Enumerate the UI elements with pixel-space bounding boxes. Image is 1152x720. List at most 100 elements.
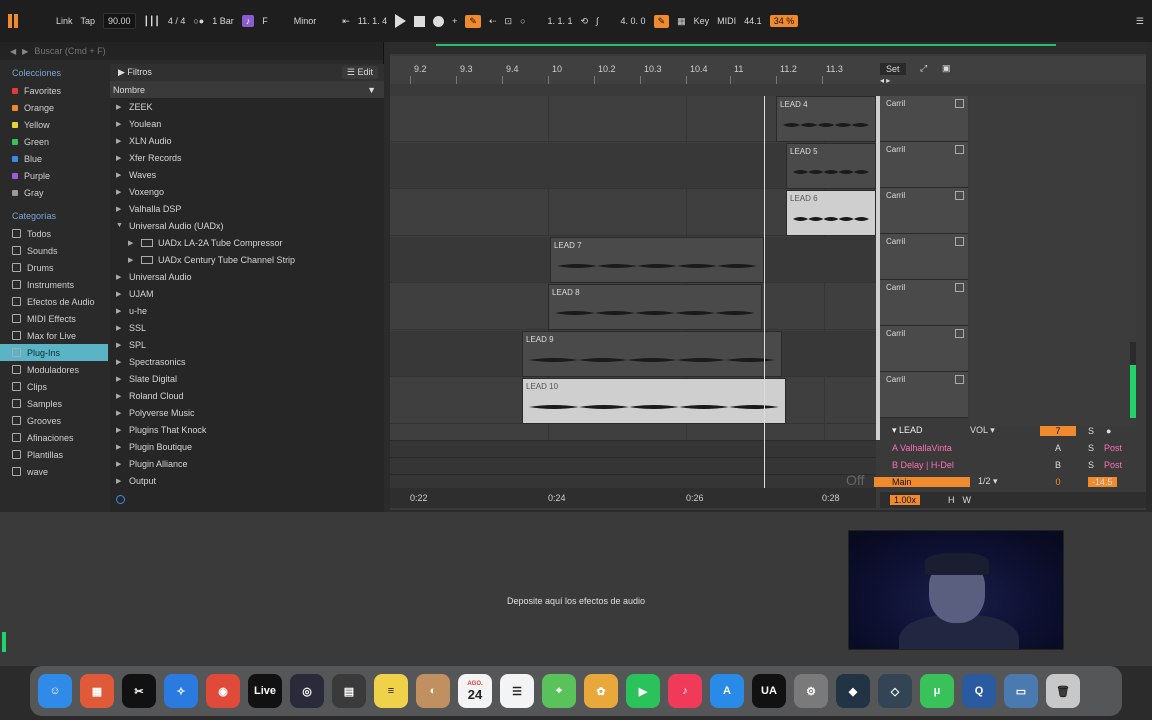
category-item[interactable]: Max for Live	[0, 327, 108, 344]
list-item[interactable]: ▶ Roland Cloud	[110, 387, 384, 404]
punch-icon[interactable]: ∫	[596, 16, 598, 26]
chrome-icon[interactable]: ◉	[206, 674, 240, 708]
forward-arrow-icon[interactable]: ▶	[22, 47, 28, 56]
loop-back-icon[interactable]: ⇠	[489, 16, 497, 27]
collapsed-chevron-icon[interactable]: ▶	[116, 103, 124, 111]
filter-icon[interactable]: ▼	[367, 85, 376, 95]
follow-icon[interactable]: ⇤	[342, 16, 350, 27]
app-store-icon[interactable]: A	[710, 674, 744, 708]
send-b-button[interactable]: B	[1040, 460, 1076, 470]
set-button[interactable]: Set	[880, 63, 906, 75]
category-item[interactable]: Drums	[0, 259, 108, 276]
collapsed-chevron-icon[interactable]: ▶	[116, 188, 124, 196]
menu-icon[interactable]: ☰	[1136, 16, 1144, 27]
overdub-icon[interactable]: +	[452, 16, 457, 26]
expand-icon[interactable]: ⤢	[920, 63, 927, 74]
record-button[interactable]	[433, 15, 445, 27]
collection-item[interactable]: Blue	[0, 150, 108, 167]
session-record-icon[interactable]: ○	[520, 16, 525, 26]
category-item[interactable]: Plug-Ins	[0, 344, 108, 361]
list-item[interactable]: ▶ Plugins That Knock	[110, 421, 384, 438]
collapsed-chevron-icon[interactable]: ▶	[116, 477, 124, 485]
collapsed-chevron-icon[interactable]: ▶	[116, 409, 124, 417]
clip-slot[interactable]: Carril	[880, 234, 968, 280]
expanded-chevron-icon[interactable]: ▼	[116, 222, 124, 229]
facetime-icon[interactable]: ▶	[626, 674, 660, 708]
contacts-icon[interactable]: ◐	[416, 674, 450, 708]
solo-button[interactable]: S	[1088, 426, 1094, 436]
main-ratio-dropdown[interactable]: 1/2 ▾	[970, 476, 1040, 487]
list-item[interactable]: ▶ SPL	[110, 336, 384, 353]
notes-icon[interactable]: ≡	[374, 674, 408, 708]
overview-bar[interactable]	[390, 42, 1146, 54]
list-item[interactable]: ▶ UADx Century Tube Channel Strip	[110, 251, 384, 268]
category-item[interactable]: wave	[0, 463, 108, 480]
category-item[interactable]: Sounds	[0, 242, 108, 259]
track-name[interactable]: ▾ LEAD	[874, 425, 970, 436]
clip-slot[interactable]: Carril	[880, 280, 968, 326]
collapsed-chevron-icon[interactable]: ▶	[116, 358, 124, 366]
collection-item[interactable]: Orange	[0, 99, 108, 116]
collapsed-chevron-icon[interactable]: ▶	[116, 460, 124, 468]
trash-icon[interactable]: 🗑	[1046, 674, 1080, 708]
launchpad-icon[interactable]: ▦	[80, 674, 114, 708]
slot-stop-icon[interactable]	[955, 329, 964, 338]
plugin-app2-icon[interactable]: ◇	[878, 674, 912, 708]
song-position-field[interactable]: 11. 1. 4	[358, 16, 387, 26]
vol-dropdown[interactable]: VOL ▾	[970, 425, 1040, 436]
collection-item[interactable]: Green	[0, 133, 108, 150]
list-item[interactable]: ▶ Polyverse Music	[110, 404, 384, 421]
collapsed-chevron-icon[interactable]: ▶	[128, 239, 136, 247]
device-view[interactable]: Deposite aquí los efectos de audio	[0, 512, 1152, 666]
list-item[interactable]: ▶ Plugin Boutique	[110, 438, 384, 455]
list-item[interactable]: ▶ Plugin Alliance	[110, 455, 384, 472]
category-item[interactable]: Instruments	[0, 276, 108, 293]
slot-stop-icon[interactable]	[955, 145, 964, 154]
nav-arrows-icon[interactable]: ◂ ▸	[880, 76, 890, 85]
category-item[interactable]: Samples	[0, 395, 108, 412]
list-item[interactable]: ▶ Valhalla DSP	[110, 200, 384, 217]
collapsed-chevron-icon[interactable]: ▶	[116, 171, 124, 179]
clip-slot[interactable]: Carril	[880, 142, 968, 188]
category-item[interactable]: Grooves	[0, 412, 108, 429]
audio-clip[interactable]: LEAD 4	[776, 96, 876, 142]
play-button[interactable]	[395, 14, 407, 28]
link-button[interactable]: Link	[56, 16, 73, 26]
main-output[interactable]: Main	[874, 476, 970, 487]
collection-item[interactable]: Yellow	[0, 116, 108, 133]
tempo-field[interactable]: 90.00	[103, 13, 136, 29]
maps-icon[interactable]: ⌖	[542, 674, 576, 708]
draw-mode-icon[interactable]: ✎	[653, 14, 670, 28]
automation-arm-icon[interactable]: ✎	[465, 14, 481, 28]
list-item[interactable]: ▶ Slate Digital	[110, 370, 384, 387]
loop-start-field[interactable]: 1. 1. 1	[548, 16, 573, 26]
key-map-button[interactable]: Key	[694, 16, 710, 26]
send-a-solo[interactable]: S	[1088, 443, 1094, 453]
list-item[interactable]: ▶ Youlean	[110, 115, 384, 132]
list-item[interactable]: ▶ Spectrasonics	[110, 353, 384, 370]
ua-connect-icon[interactable]: UA	[752, 674, 786, 708]
track-lanes[interactable]: LEAD 4 LEAD 5 LEAD 6 LEAD 7 LEAD 8 LEAD 9 LEAD…	[390, 96, 876, 440]
collapsed-chevron-icon[interactable]: ▶	[116, 273, 124, 281]
utorrent-icon[interactable]: μ	[920, 674, 954, 708]
collection-item[interactable]: Gray	[0, 184, 108, 201]
category-item[interactable]: Efectos de Audio	[0, 293, 108, 310]
scale-dropdown[interactable]: Minor	[294, 16, 317, 26]
calendar-icon[interactable]: AGO. 24	[458, 674, 492, 708]
name-column-header[interactable]: Nombre ▼	[110, 81, 384, 98]
tap-button[interactable]: Tap	[81, 16, 96, 26]
h-button[interactable]: H	[948, 495, 955, 505]
list-item[interactable]: ▶ UADx LA-2A Tube Compressor	[110, 234, 384, 251]
list-item[interactable]: ▶ XLN Audio	[110, 132, 384, 149]
audio-clip[interactable]: LEAD 9	[522, 331, 782, 377]
key-dropdown[interactable]: F	[262, 16, 268, 26]
audio-clip[interactable]: LEAD 7	[550, 237, 764, 283]
list-item[interactable]: ▶ ZEEK	[110, 98, 384, 115]
send-b-post[interactable]: Post	[1104, 460, 1122, 470]
list-item[interactable]: ▶ Universal Audio	[110, 268, 384, 285]
w-button[interactable]: W	[963, 495, 972, 505]
collapsed-chevron-icon[interactable]: ▶	[116, 426, 124, 434]
collapsed-chevron-icon[interactable]: ▶	[116, 120, 124, 128]
collapsed-chevron-icon[interactable]: ▶	[116, 443, 124, 451]
slot-stop-icon[interactable]	[955, 283, 964, 292]
